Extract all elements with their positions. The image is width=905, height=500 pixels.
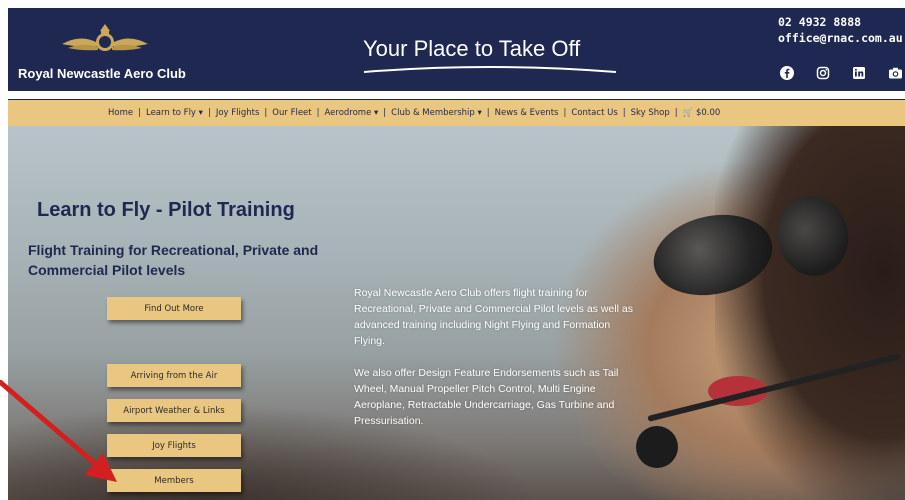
- email-address[interactable]: office@rnac.com.au: [778, 30, 903, 46]
- tagline: Your Place to Take Off: [363, 36, 581, 61]
- contact-block: 02 4932 8888 office@rnac.com.au: [778, 14, 903, 46]
- hero-title: Learn to Fly - Pilot Training: [37, 199, 295, 221]
- nav-item-club-membership[interactable]: Club & Membership ▾: [386, 108, 487, 118]
- facebook-icon[interactable]: [778, 64, 796, 82]
- camera-icon[interactable]: [886, 64, 904, 82]
- nav-item-aerodrome[interactable]: Aerodrome ▾: [320, 108, 384, 118]
- linkedin-icon[interactable]: [850, 64, 868, 82]
- nav-item-home[interactable]: Home: [103, 108, 138, 118]
- social-links: [778, 64, 904, 82]
- nav-item-joy-flights[interactable]: Joy Flights: [211, 108, 265, 118]
- nav-item-learn-to-fly[interactable]: Learn to Fly ▾: [141, 108, 208, 118]
- hero-paragraph-2: We also offer Design Feature Endorsement…: [354, 367, 619, 427]
- instagram-icon[interactable]: [814, 64, 832, 82]
- hero-photo-hair: [715, 126, 905, 500]
- nav-item-cart[interactable]: 🛒 $0.00: [678, 108, 726, 118]
- hero-photo-headset-mic: [636, 426, 678, 468]
- nav-item-contact-us[interactable]: Contact Us: [566, 108, 622, 118]
- main-nav: Home | Learn to Fly ▾ | Joy Flights | Ou…: [8, 99, 905, 126]
- nav-item-news-events[interactable]: News & Events: [490, 108, 564, 118]
- hero-paragraph-1: Royal Newcastle Aero Club offers flight …: [354, 287, 633, 347]
- tagline-swoosh: [363, 66, 617, 73]
- site-header: Royal Newcastle Aero Club Your Place to …: [8, 8, 905, 91]
- hero-subtitle: Flight Training for Recreational, Privat…: [28, 242, 319, 278]
- nav-item-sky-shop[interactable]: Sky Shop: [626, 108, 675, 118]
- club-logo[interactable]: [60, 14, 150, 58]
- brand-name[interactable]: Royal Newcastle Aero Club: [18, 66, 186, 81]
- red-annotation-arrow: [0, 380, 117, 482]
- phone-number[interactable]: 02 4932 8888: [778, 14, 903, 30]
- nav-item-our-fleet[interactable]: Our Fleet: [267, 108, 316, 118]
- find-out-more-button[interactable]: Find Out More: [107, 297, 241, 320]
